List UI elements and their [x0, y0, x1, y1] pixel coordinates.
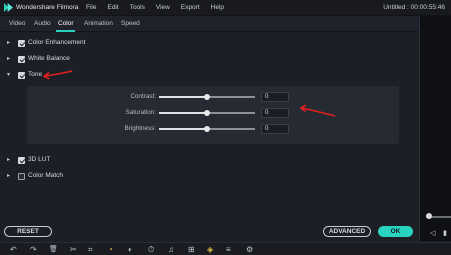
- contrast-slider-fill: [159, 96, 207, 98]
- section-3d-lut[interactable]: ▸ 3D LUT: [0, 154, 418, 168]
- contrast-slider-handle[interactable]: [204, 94, 210, 100]
- advanced-button[interactable]: ADVANCED: [323, 226, 371, 237]
- color-match-checkbox[interactable]: [18, 173, 25, 180]
- reset-button[interactable]: RESET: [4, 226, 52, 237]
- tab-speed[interactable]: Speed: [121, 20, 140, 27]
- color-enhancement-checkbox[interactable]: [18, 40, 25, 47]
- section-label: 3D LUT: [28, 156, 51, 163]
- undo-icon[interactable]: ↶: [10, 245, 17, 254]
- contrast-slider[interactable]: [159, 94, 255, 100]
- speed-icon[interactable]: ◔: [108, 245, 113, 254]
- chevron-right-icon[interactable]: ▸: [7, 55, 10, 62]
- contrast-value-input[interactable]: 0: [261, 92, 289, 102]
- active-tab-indicator: [56, 30, 75, 32]
- split-icon[interactable]: ⊞: [188, 245, 195, 254]
- brightness-slider-handle[interactable]: [204, 126, 210, 132]
- project-title: Untitled : 00:00:55:46: [383, 4, 445, 11]
- cut-icon[interactable]: ✂: [70, 245, 77, 254]
- play-icon[interactable]: ▮: [443, 229, 447, 237]
- menu-edit[interactable]: Edit: [107, 4, 118, 11]
- saturation-slider-fill: [159, 112, 207, 114]
- menu-export[interactable]: Export: [181, 4, 200, 11]
- previous-frame-icon[interactable]: ◁: [430, 229, 435, 237]
- section-label: Tone: [28, 71, 43, 78]
- section-label: Color Enhancement: [28, 39, 86, 46]
- green-screen-icon[interactable]: ◈: [207, 245, 213, 254]
- saturation-label: Saturation:: [125, 109, 156, 116]
- 3d-lut-checkbox[interactable]: [18, 157, 25, 164]
- tone-panel: Contrast: 0 Saturation: 0 Brightness: 0: [27, 86, 399, 144]
- saturation-slider-handle[interactable]: [204, 110, 210, 116]
- tone-checkbox[interactable]: [18, 72, 25, 79]
- tab-color[interactable]: Color: [58, 20, 74, 27]
- brightness-label: Brightness:: [124, 125, 157, 132]
- tab-audio[interactable]: Audio: [34, 20, 51, 27]
- section-white-balance[interactable]: ▸ White Balance: [0, 53, 418, 67]
- timer-icon[interactable]: ⏱: [148, 245, 154, 254]
- brightness-slider[interactable]: [159, 126, 255, 132]
- menu-view[interactable]: View: [156, 4, 170, 11]
- redo-icon[interactable]: ↷: [30, 245, 37, 254]
- section-color-match[interactable]: ▸ Color Match: [0, 170, 418, 184]
- chevron-down-icon[interactable]: ▾: [7, 71, 10, 78]
- delete-icon[interactable]: 🗑: [49, 245, 58, 254]
- tab-video[interactable]: Video: [9, 20, 26, 27]
- brightness-value-input[interactable]: 0: [261, 124, 289, 134]
- tab-animation[interactable]: Animation: [84, 20, 113, 27]
- chevron-right-icon[interactable]: ▸: [7, 39, 10, 46]
- section-tone[interactable]: ▾ Tone: [0, 69, 418, 83]
- saturation-value-input[interactable]: 0: [261, 108, 289, 118]
- chevron-right-icon[interactable]: ▸: [7, 156, 10, 163]
- saturation-slider[interactable]: [159, 110, 255, 116]
- color-icon[interactable]: ◐: [128, 245, 133, 254]
- app-name: Wondershare Filmora: [16, 4, 79, 11]
- menu-bar: File Edit Tools View Export Help: [86, 4, 235, 11]
- crop-icon[interactable]: ⌗: [88, 245, 93, 254]
- white-balance-checkbox[interactable]: [18, 56, 25, 63]
- timeline-toolbar: ↶ ↷ 🗑 ✂ ⌗ ◔ ◐ ⏱ ♫ ⊞ ◈ ≡ ⚙: [0, 242, 451, 255]
- menu-file[interactable]: File: [86, 4, 96, 11]
- preview-panel: [419, 16, 451, 241]
- title-bar: Wondershare Filmora File Edit Tools View…: [0, 0, 451, 16]
- section-color-enhancement[interactable]: ▸ Color Enhancement: [0, 37, 418, 51]
- playback-progress-handle[interactable]: [426, 213, 432, 219]
- menu-help[interactable]: Help: [211, 4, 224, 11]
- contrast-label: Contrast:: [130, 93, 156, 100]
- audio-mixer-icon[interactable]: ≡: [226, 245, 231, 254]
- ok-button[interactable]: OK: [378, 226, 413, 237]
- menu-tools[interactable]: Tools: [130, 4, 145, 11]
- section-label: White Balance: [28, 55, 70, 62]
- brightness-slider-fill: [159, 128, 207, 130]
- tab-bar: Video Audio Color Animation Speed: [0, 16, 418, 32]
- audio-icon[interactable]: ♫: [168, 245, 174, 254]
- section-label: Color Match: [28, 172, 64, 179]
- adjust-icon[interactable]: ⚙: [246, 245, 253, 254]
- chevron-right-icon[interactable]: ▸: [7, 172, 10, 179]
- filmora-logo-icon: [4, 3, 13, 12]
